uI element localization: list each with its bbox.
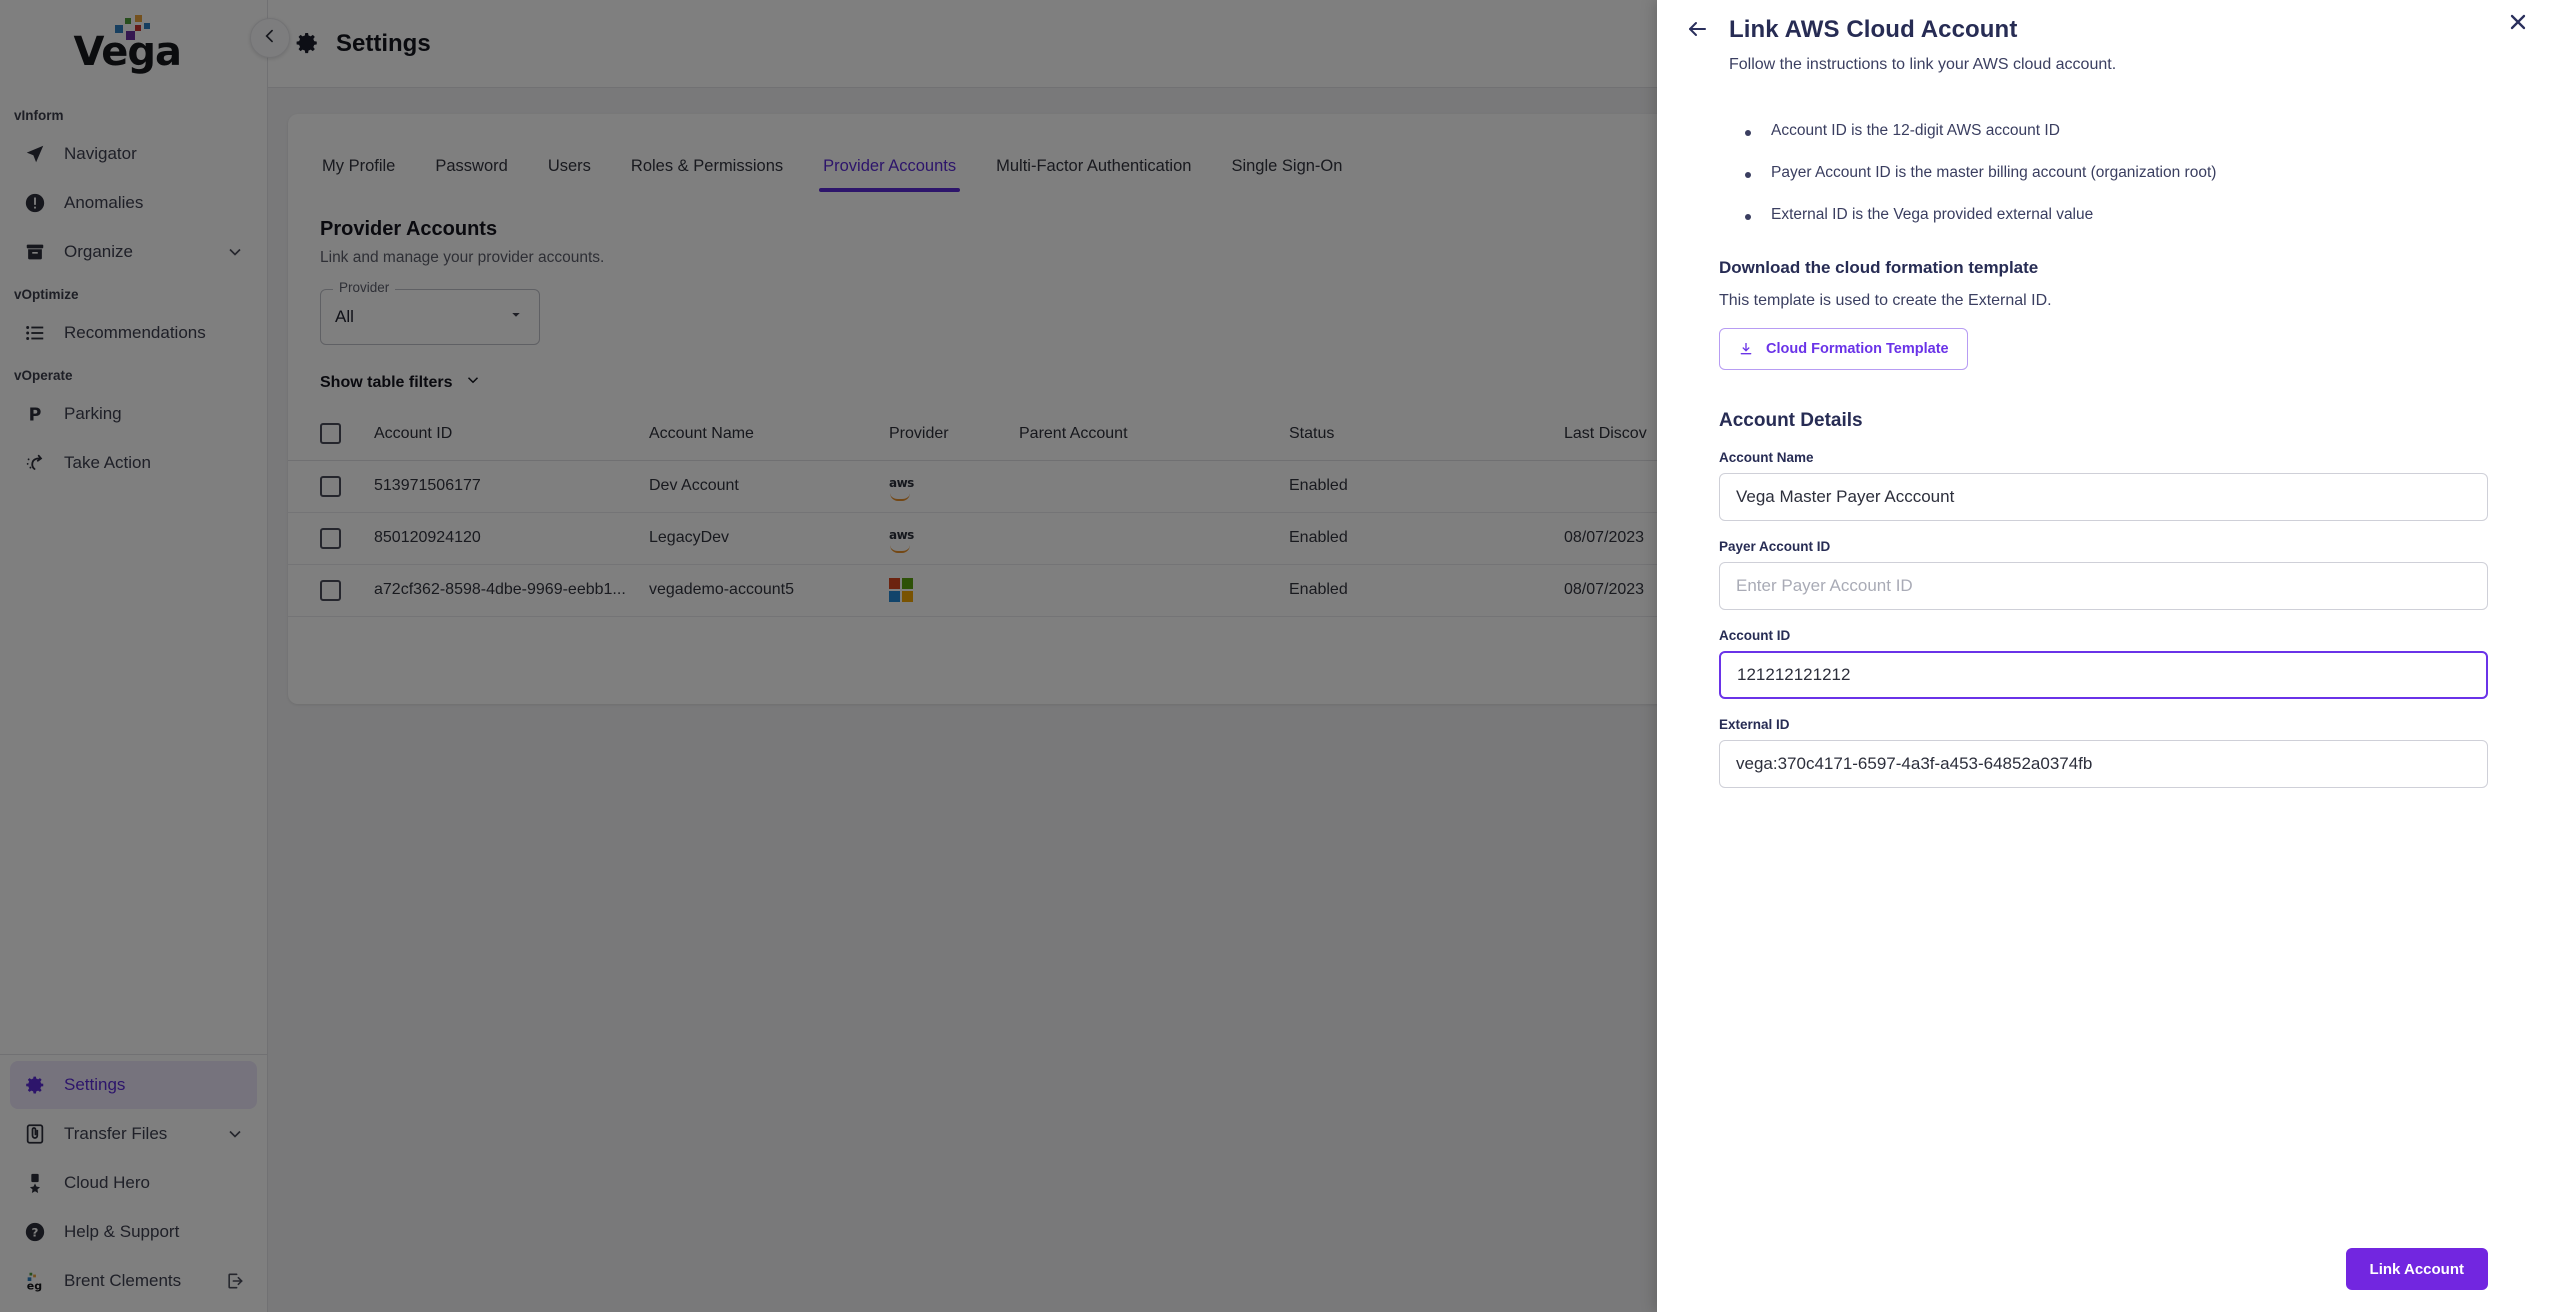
- drawer-title: Link AWS Cloud Account: [1729, 16, 2018, 43]
- payer-account-id-field[interactable]: [1719, 562, 2488, 610]
- drawer-header: Link AWS Cloud Account Follow the instru…: [1657, 0, 2550, 74]
- link-aws-cloud-account-drawer: Link AWS Cloud Account Follow the instru…: [1657, 0, 2550, 1312]
- cloud-formation-template-button[interactable]: Cloud Formation Template: [1719, 328, 1968, 370]
- list-item: Account ID is the 12-digit AWS account I…: [1737, 122, 2488, 140]
- account-details-title: Account Details: [1719, 410, 1863, 431]
- drawer-footer: Link Account: [1657, 1248, 2550, 1312]
- instructions-list: Account ID is the 12-digit AWS account I…: [1737, 122, 2488, 224]
- link-account-button[interactable]: Link Account: [2345, 1248, 2488, 1290]
- account-name-field-group: Account Name: [1719, 450, 2488, 521]
- account-id-label: Account ID: [1719, 628, 1791, 643]
- payer-account-id-label: Payer Account ID: [1719, 539, 1831, 554]
- arrow-left-icon[interactable]: [1685, 17, 1711, 43]
- drawer-body: Account ID is the 12-digit AWS account I…: [1657, 74, 2550, 1248]
- download-icon: [1738, 341, 1754, 357]
- list-item: Payer Account ID is the master billing a…: [1737, 164, 2488, 182]
- account-name-field[interactable]: [1719, 473, 2488, 521]
- account-id-field[interactable]: [1719, 651, 2488, 699]
- close-icon[interactable]: [2506, 10, 2532, 36]
- cloud-formation-template-label: Cloud Formation Template: [1766, 341, 1949, 357]
- list-item: External ID is the Vega provided externa…: [1737, 206, 2488, 224]
- cloud-formation-section-subtitle: This template is used to create the Exte…: [1719, 292, 2052, 309]
- account-id-field-group: Account ID: [1719, 628, 2488, 699]
- payer-account-id-field-group: Payer Account ID: [1719, 539, 2488, 610]
- external-id-label: External ID: [1719, 717, 1790, 732]
- drawer-subtitle: Follow the instructions to link your AWS…: [1729, 56, 2117, 73]
- external-id-field[interactable]: [1719, 740, 2488, 788]
- external-id-field-group: External ID: [1719, 717, 2488, 788]
- cloud-formation-section-title: Download the cloud formation template: [1719, 258, 2039, 277]
- account-name-label: Account Name: [1719, 450, 1814, 465]
